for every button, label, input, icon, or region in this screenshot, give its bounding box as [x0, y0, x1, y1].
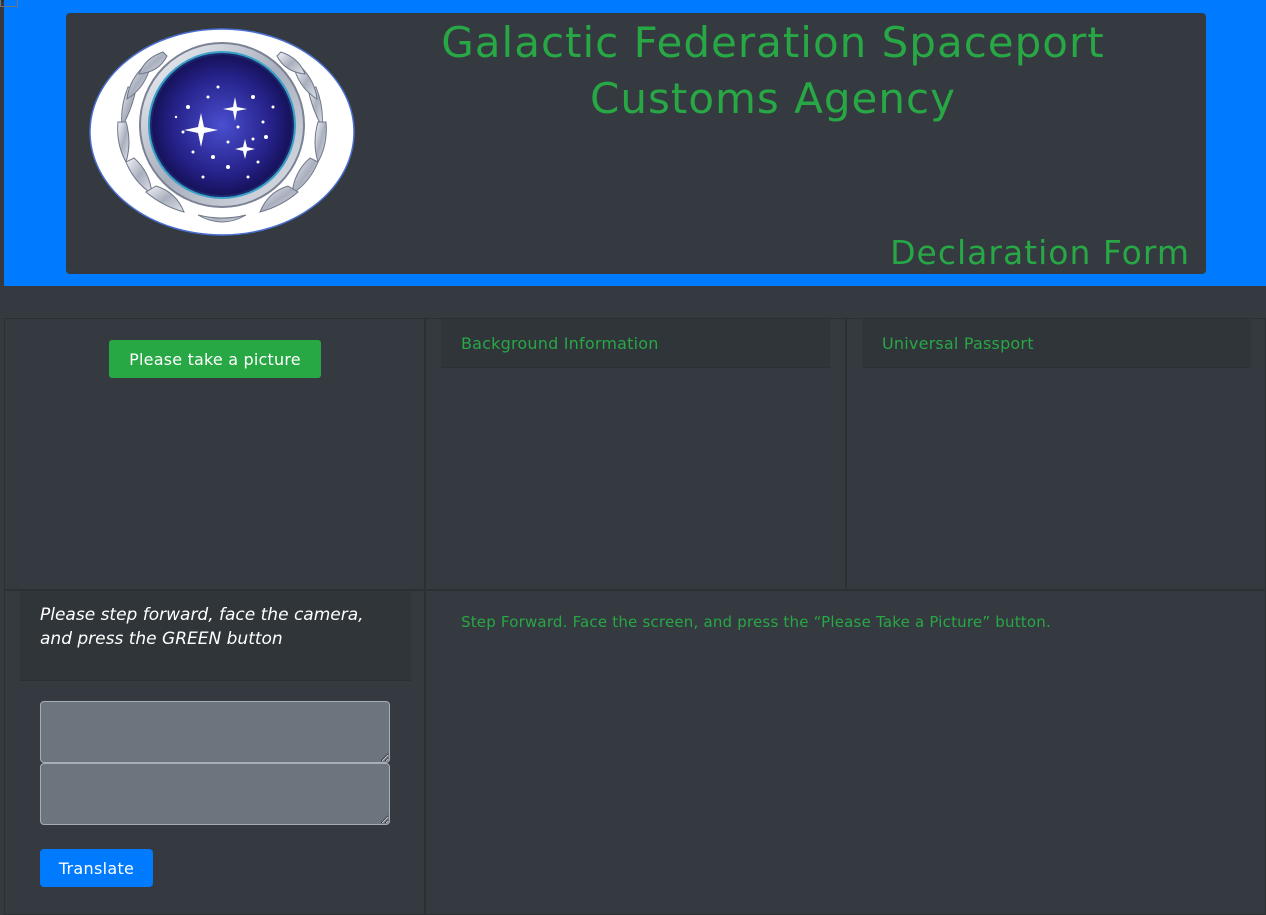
corner-mark — [0, 0, 18, 7]
translate-button[interactable]: Translate — [40, 849, 153, 887]
instructions-panel: Please step forward, face the camera, an… — [4, 590, 425, 915]
status-message: Step Forward. Face the screen, and press… — [461, 613, 1051, 631]
take-picture-button[interactable]: Please take a picture — [109, 340, 321, 378]
page: Galactic Federation Spaceport Customs Ag… — [0, 0, 1266, 915]
status-panel: Step Forward. Face the screen, and press… — [425, 590, 1266, 915]
instructions-text: Please step forward, face the camera, an… — [20, 591, 411, 681]
passport-heading: Universal Passport — [862, 319, 1251, 368]
background-info-heading: Background Information — [441, 319, 830, 368]
passport-panel: Universal Passport — [846, 318, 1266, 590]
page-title: Galactic Federation Spaceport Customs Ag… — [441, 18, 1105, 123]
camera-panel: Please take a picture — [4, 318, 425, 590]
translated-text-input[interactable] — [40, 763, 390, 825]
federation-emblem-icon — [89, 28, 355, 236]
header-card: Galactic Federation Spaceport Customs Ag… — [66, 13, 1206, 274]
source-text-input[interactable] — [40, 701, 390, 763]
page-subtitle: Declaration Form — [890, 233, 1190, 272]
background-info-panel: Background Information — [425, 318, 846, 590]
